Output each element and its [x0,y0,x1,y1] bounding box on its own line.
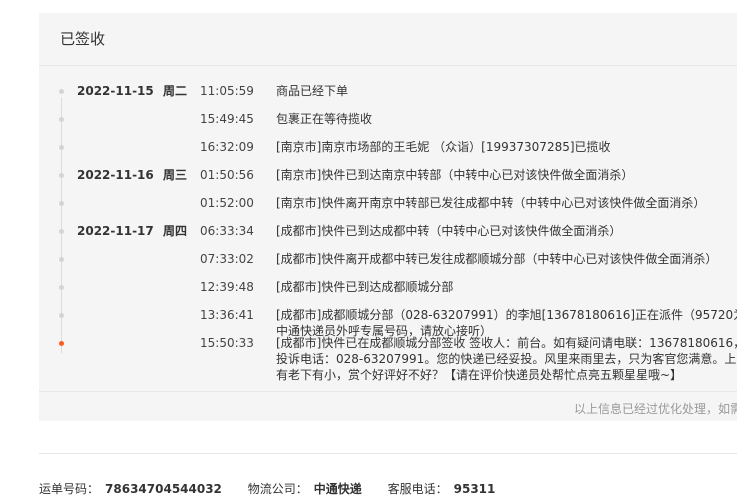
timeline-event: 2022-11-16 周三 01:50:56 [南京市]快件已到达南京中转部（中转中心… [39,167,737,195]
event-text: 包裹正在等待揽收 [276,112,373,126]
event-date: 2022-11-16 [77,168,154,182]
event-time: 12:39:48 [200,280,254,294]
footer-divider [39,453,737,454]
status-title: 已签收 [39,13,737,66]
timeline-event: 07:33:02 [成都市]快件离开成都中转已发往成都顺城分部（中转中心已对该快件… [39,251,737,279]
logistics-panel: 已签收 2022-11-15 周二 11:05:59 商品已经下单 15:49:45 包裹… [39,13,737,421]
timeline-event: 16:32:09 [南京市]南京市场部的王毛妮 （众诣）[19937307285]… [39,139,737,167]
event-weekday: 周二 [163,84,188,98]
event-time: 11:05:59 [200,84,254,98]
event-text: 商品已经下单 [276,84,349,98]
event-text: [南京市]南京市场部的王毛妮 （众诣）[19937307285]已揽收 [276,140,611,154]
event-time: 13:36:41 [200,308,254,322]
event-text: [成都市]快件已到达成都中转（中转中心已对该快件做全面消杀） [276,224,622,238]
timeline-event: 01:52:00 [南京市]快件离开南京中转部已发往成都中转（中转中心已对该快件做… [39,195,737,223]
optimization-footnote: 以上信息已经过优化处理，如需查看原始物流信息请点击 [39,391,737,417]
event-weekday: 周三 [163,168,188,182]
timeline-dot [59,313,64,318]
logistics-timeline: 2022-11-15 周二 11:05:59 商品已经下单 15:49:45 包裹正在等待… [39,83,737,383]
timeline-dot [59,173,64,178]
event-text: [南京市]快件离开南京中转部已发往成都中转（中转中心已对该快件做全面消杀） [276,196,706,210]
timeline-event: 2022-11-15 周二 11:05:59 商品已经下单 [39,83,737,111]
event-text: [成都市]快件已在成都顺城分部签收 签收人：前台。如有疑问请电联：1367818… [276,336,737,382]
event-time: 01:50:56 [200,168,254,182]
event-weekday: 周四 [163,224,188,238]
event-date: 2022-11-15 [77,84,154,98]
event-time: 16:32:09 [200,140,254,154]
event-text: [成都市]快件离开成都中转已发往成都顺城分部（中转中心已对该快件做全面消杀） [276,252,718,266]
timeline-event: 13:36:41 [成都市]成都顺城分部（028-63207991）的李旭[136… [39,307,737,338]
timeline-event: 12:39:48 [成都市]快件已到达成都顺城分部 [39,279,737,307]
timeline-dot [59,145,64,150]
timeline-dot [59,285,64,290]
timeline-dot [59,89,64,94]
timeline-dot-active [59,341,64,346]
shipment-info: 运单号码： 78634704544032 物流公司： 中通快递 客服电话： 95311 [39,480,517,497]
event-time: 15:49:45 [200,112,254,126]
event-text: [南京市]快件已到达南京中转部（中转中心已对该快件做全面消杀） [276,168,634,182]
event-date: 2022-11-17 [77,224,154,238]
event-time: 01:52:00 [200,196,254,210]
timeline-dot [59,117,64,122]
timeline-event: 15:50:33 [成都市]快件已在成都顺城分部签收 签收人：前台。如有疑问请电联… [39,335,737,383]
service-phone[interactable]: 95311 [454,482,496,496]
timeline-dot [59,201,64,206]
event-text: [成都市]快件已到达成都顺城分部 [276,280,454,294]
timeline-dot [59,229,64,234]
tracking-label: 运单号码： [39,482,100,496]
timeline-event: 2022-11-17 周四 06:33:34 [成都市]快件已到达成都中转（中转中心已… [39,223,737,251]
tracking-number[interactable]: 78634704544032 [105,482,222,496]
phone-label: 客服电话： [387,482,448,496]
carrier-name[interactable]: 中通快递 [314,482,362,496]
event-time: 15:50:33 [200,336,254,350]
timeline-dot [59,257,64,262]
event-time: 06:33:34 [200,224,254,238]
event-time: 07:33:02 [200,252,254,266]
timeline-event: 15:49:45 包裹正在等待揽收 [39,111,737,139]
carrier-label: 物流公司： [247,482,308,496]
